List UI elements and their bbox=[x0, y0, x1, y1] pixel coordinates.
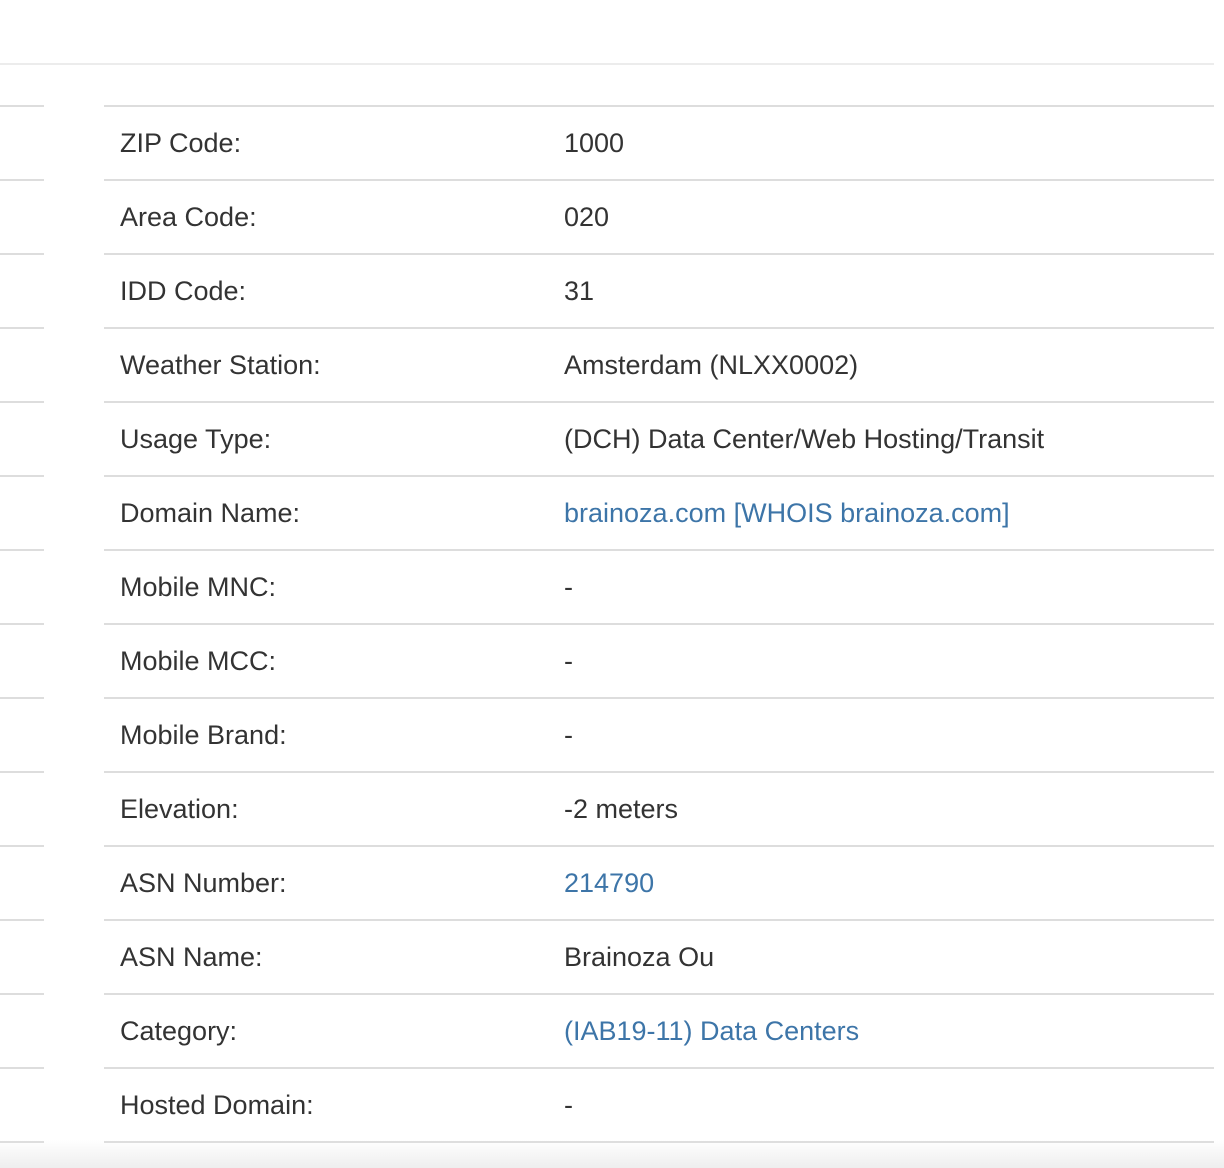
left-row-divider bbox=[0, 1141, 44, 1143]
row-label-asn-name: ASN Name: bbox=[104, 920, 548, 995]
left-row-divider bbox=[0, 253, 44, 255]
table-row: Mobile Brand: - bbox=[104, 698, 1214, 773]
row-value-category: (IAB19-11) Data Centers bbox=[548, 994, 1214, 1069]
row-value-asn-name: Brainoza Ou bbox=[548, 920, 1214, 995]
page: ZIP Code: 1000 Area Code: 020 IDD Code: … bbox=[0, 0, 1224, 1168]
left-row-divider bbox=[0, 845, 44, 847]
row-value-area-code: 020 bbox=[548, 180, 1214, 255]
row-label-mobile-mnc: Mobile MNC: bbox=[104, 550, 548, 625]
row-value-elevation: -2 meters bbox=[548, 772, 1214, 847]
row-label-weather-station: Weather Station: bbox=[104, 328, 548, 403]
left-row-divider bbox=[0, 549, 44, 551]
ip-details-table-body: ZIP Code: 1000 Area Code: 020 IDD Code: … bbox=[104, 106, 1214, 1143]
row-value-mobile-brand: - bbox=[548, 698, 1214, 773]
left-row-divider bbox=[0, 401, 44, 403]
left-row-divider bbox=[0, 993, 44, 995]
row-label-domain-name: Domain Name: bbox=[104, 476, 548, 551]
table-row: ZIP Code: 1000 bbox=[104, 106, 1214, 181]
left-row-divider bbox=[0, 327, 44, 329]
row-value-usage-type: (DCH) Data Center/Web Hosting/Transit bbox=[548, 402, 1214, 477]
left-row-divider bbox=[0, 919, 44, 921]
table-row: Category: (IAB19-11) Data Centers bbox=[104, 994, 1214, 1069]
bottom-scroll-fade bbox=[0, 1140, 1224, 1168]
category-link[interactable]: (IAB19-11) Data Centers bbox=[564, 1016, 859, 1046]
table-row: Weather Station: Amsterdam (NLXX0002) bbox=[104, 328, 1214, 403]
table-row: ASN Name: Brainoza Ou bbox=[104, 920, 1214, 995]
row-value-idd-code: 31 bbox=[548, 254, 1214, 329]
ip-details-table: ZIP Code: 1000 Area Code: 020 IDD Code: … bbox=[104, 105, 1214, 1143]
row-label-idd-code: IDD Code: bbox=[104, 254, 548, 329]
table-row: Hosted Domain: - bbox=[104, 1068, 1214, 1143]
asn-number-link[interactable]: 214790 bbox=[564, 868, 654, 898]
row-label-hosted-domain: Hosted Domain: bbox=[104, 1068, 548, 1143]
table-row: Area Code: 020 bbox=[104, 180, 1214, 255]
left-row-divider bbox=[0, 697, 44, 699]
domain-name-link[interactable]: brainoza.com [WHOIS brainoza.com] bbox=[564, 498, 1010, 528]
table-row: Mobile MCC: - bbox=[104, 624, 1214, 699]
table-row: ASN Number: 214790 bbox=[104, 846, 1214, 921]
table-row: Elevation: -2 meters bbox=[104, 772, 1214, 847]
row-label-mobile-brand: Mobile Brand: bbox=[104, 698, 548, 773]
row-label-mobile-mcc: Mobile MCC: bbox=[104, 624, 548, 699]
left-row-divider bbox=[0, 1067, 44, 1069]
row-value-hosted-domain: - bbox=[548, 1068, 1214, 1143]
table-row: Mobile MNC: - bbox=[104, 550, 1214, 625]
table-row: Usage Type: (DCH) Data Center/Web Hostin… bbox=[104, 402, 1214, 477]
row-value-mobile-mnc: - bbox=[548, 550, 1214, 625]
table-row: Domain Name: brainoza.com [WHOIS brainoz… bbox=[104, 476, 1214, 551]
left-row-divider bbox=[0, 105, 44, 107]
row-label-elevation: Elevation: bbox=[104, 772, 548, 847]
row-label-zip-code: ZIP Code: bbox=[104, 106, 548, 181]
row-label-category: Category: bbox=[104, 994, 548, 1069]
row-label-usage-type: Usage Type: bbox=[104, 402, 548, 477]
left-row-divider bbox=[0, 475, 44, 477]
left-column-edge bbox=[0, 0, 44, 1168]
left-row-divider bbox=[0, 623, 44, 625]
row-value-weather-station: Amsterdam (NLXX0002) bbox=[548, 328, 1214, 403]
left-row-divider bbox=[0, 771, 44, 773]
left-row-divider bbox=[0, 179, 44, 181]
row-label-area-code: Area Code: bbox=[104, 180, 548, 255]
row-value-domain-name: brainoza.com [WHOIS brainoza.com] bbox=[548, 476, 1214, 551]
top-divider bbox=[0, 63, 1214, 65]
table-row: IDD Code: 31 bbox=[104, 254, 1214, 329]
row-value-mobile-mcc: - bbox=[548, 624, 1214, 699]
row-value-asn-number: 214790 bbox=[548, 846, 1214, 921]
row-label-asn-number: ASN Number: bbox=[104, 846, 548, 921]
row-value-zip-code: 1000 bbox=[548, 106, 1214, 181]
